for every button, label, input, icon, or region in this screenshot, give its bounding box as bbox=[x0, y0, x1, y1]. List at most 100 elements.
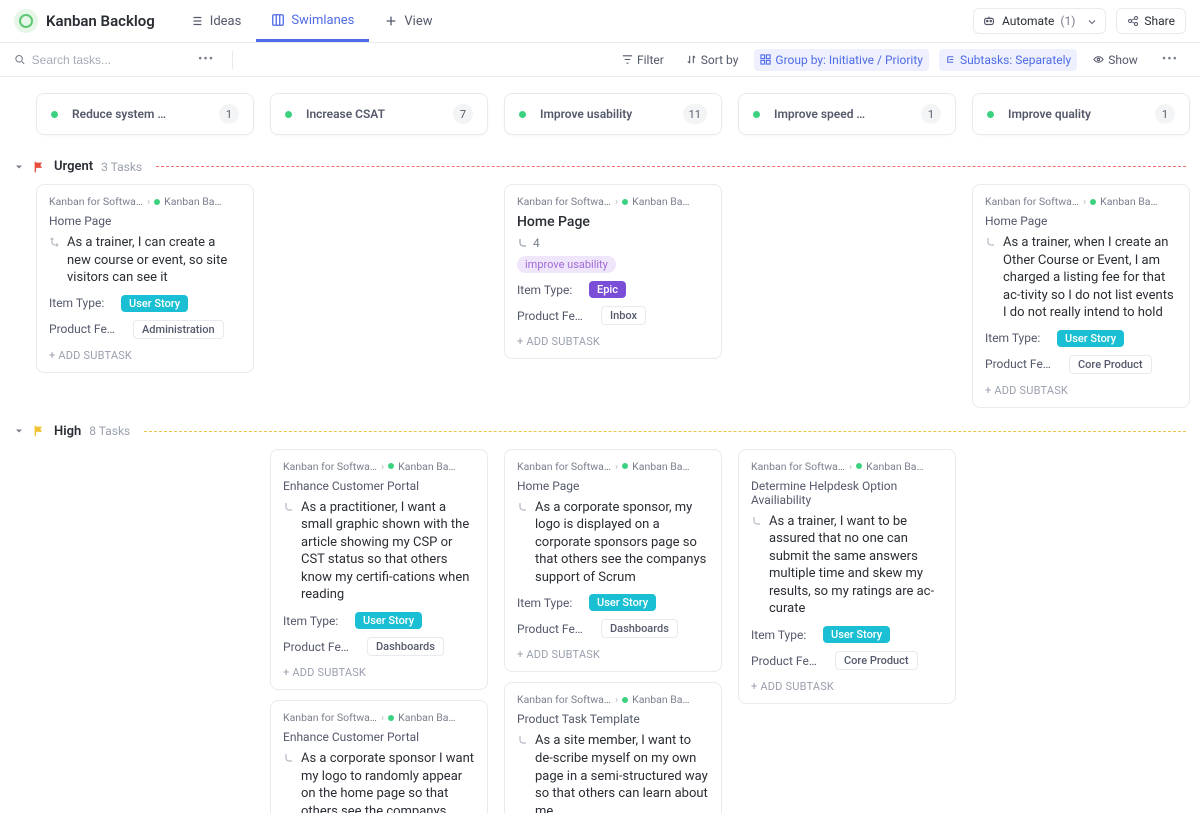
field-label: Item Type: bbox=[517, 283, 577, 297]
task-card[interactable]: Kanban for Software Devel…›Kanban Ba… Ho… bbox=[972, 184, 1190, 408]
breadcrumb: Kanban for Software Devel…›Kanban Ba… bbox=[283, 711, 475, 724]
branch-icon bbox=[283, 752, 295, 764]
task-card[interactable]: Kanban for Software Devel…›Kanban Ba… Ho… bbox=[504, 184, 722, 359]
branch-icon bbox=[985, 236, 997, 248]
task-card[interactable]: Kanban for Software Devel…›Kanban Ba… Ho… bbox=[36, 184, 254, 373]
chevron-down-icon bbox=[1087, 14, 1097, 28]
breadcrumb: Kanban for Software Devel…›Kanban Ba… bbox=[517, 693, 709, 706]
column-header[interactable]: Improve speed … 1 bbox=[738, 93, 956, 135]
tag-chip: improve usability bbox=[517, 256, 616, 273]
breadcrumb: Kanban for Software Devel…›Kanban Ba… bbox=[517, 195, 709, 208]
column-header[interactable]: Improve usability 11 bbox=[504, 93, 722, 135]
tab-add-view[interactable]: View bbox=[369, 0, 447, 42]
group-button[interactable]: Group by: Initiative / Priority bbox=[754, 49, 929, 71]
task-card[interactable]: Kanban for Software Devel…›Kanban Ba… En… bbox=[270, 449, 488, 690]
field-label: Product Fe… bbox=[985, 357, 1057, 371]
column-header[interactable]: Improve quality 1 bbox=[972, 93, 1190, 135]
branch-icon bbox=[49, 236, 61, 248]
column-header[interactable]: Increase CSAT 7 bbox=[270, 93, 488, 135]
add-subtask-button[interactable]: + ADD SUBTASK bbox=[985, 384, 1177, 397]
task-card[interactable]: Kanban for Software Devel…›Kanban Ba… En… bbox=[270, 700, 488, 813]
field-label: Item Type: bbox=[985, 331, 1045, 345]
show-button[interactable]: Show bbox=[1087, 49, 1144, 71]
field-label: Product Fe… bbox=[517, 309, 589, 323]
board-icon bbox=[271, 13, 285, 27]
field-label: Product Fe… bbox=[751, 654, 823, 668]
status-dot bbox=[753, 111, 760, 118]
card-parent: Enhance Customer Portal bbox=[283, 479, 475, 493]
toolbar-more-icon[interactable]: ••• bbox=[1154, 52, 1186, 67]
tab-ideas[interactable]: Ideas bbox=[175, 0, 257, 42]
breadcrumb: Kanban for Software Devel…›Kanban Ba… bbox=[49, 195, 241, 208]
show-label: Show bbox=[1108, 53, 1138, 67]
tab-swimlanes[interactable]: Swimlanes bbox=[256, 0, 369, 42]
robot-icon bbox=[982, 14, 996, 28]
share-label: Share bbox=[1144, 14, 1175, 28]
column-count: 1 bbox=[1155, 104, 1175, 124]
page-title: Kanban Backlog bbox=[46, 12, 155, 30]
item-type-badge: User Story bbox=[121, 295, 188, 312]
sort-label: Sort by bbox=[701, 53, 739, 67]
group-icon bbox=[760, 54, 771, 65]
add-subtask-button[interactable]: + ADD SUBTASK bbox=[283, 666, 475, 679]
card-parent: Home Page bbox=[985, 214, 1177, 228]
card-parent: Product Task Template bbox=[517, 712, 709, 726]
sort-button[interactable]: Sort by bbox=[680, 49, 745, 71]
card-description: As a trainer, when I create an Other Cou… bbox=[1003, 234, 1177, 322]
chevron-down-icon bbox=[14, 426, 24, 436]
column-count: 11 bbox=[683, 104, 707, 124]
swimlane-header-high[interactable]: High 8 Tasks bbox=[14, 420, 1186, 443]
card-description: As a trainer, I can create a new course … bbox=[67, 234, 241, 287]
subtask-count: 4 bbox=[517, 236, 709, 250]
breadcrumb: Kanban for Software Devel…›Kanban Ba… bbox=[751, 460, 943, 473]
filter-button[interactable]: Filter bbox=[616, 49, 670, 71]
search-box[interactable] bbox=[14, 53, 184, 67]
item-type-badge: User Story bbox=[355, 612, 422, 629]
column-count: 1 bbox=[921, 104, 941, 124]
column-header[interactable]: Reduce system … 1 bbox=[36, 93, 254, 135]
automate-count: (1) bbox=[1060, 14, 1075, 28]
item-type-badge: User Story bbox=[823, 626, 890, 643]
divider bbox=[156, 166, 1186, 167]
subtasks-button[interactable]: Subtasks: Separately bbox=[939, 49, 1077, 71]
feature-badge: Administration bbox=[133, 320, 224, 339]
swimlane-title: High bbox=[54, 424, 81, 439]
field-label: Product Fe… bbox=[49, 322, 121, 336]
list-icon bbox=[190, 14, 204, 28]
field-label: Item Type: bbox=[283, 614, 343, 628]
field-label: Item Type: bbox=[517, 596, 577, 610]
column-count: 7 bbox=[453, 104, 473, 124]
task-card[interactable]: Kanban for Software Devel…›Kanban Ba… De… bbox=[738, 449, 956, 704]
add-subtask-button[interactable]: + ADD SUBTASK bbox=[517, 648, 709, 661]
feature-badge: Core Product bbox=[835, 651, 918, 670]
divider bbox=[144, 431, 1186, 432]
swimlane-title: Urgent bbox=[54, 159, 93, 174]
search-input[interactable] bbox=[32, 53, 184, 67]
share-button[interactable]: Share bbox=[1116, 8, 1186, 34]
feature-badge: Dashboards bbox=[601, 619, 678, 638]
branch-icon bbox=[283, 501, 295, 513]
logo[interactable] bbox=[14, 9, 38, 33]
plus-icon bbox=[384, 14, 398, 28]
divider bbox=[232, 51, 233, 69]
swimlane-header-urgent[interactable]: Urgent 3 Tasks bbox=[14, 155, 1186, 178]
breadcrumb: Kanban for Software Devel…›Kanban Ba… bbox=[283, 460, 475, 473]
status-dot bbox=[285, 111, 292, 118]
card-parent: Home Page bbox=[49, 214, 241, 228]
column-count: 1 bbox=[219, 104, 239, 124]
automate-button[interactable]: Automate (1) bbox=[973, 8, 1106, 34]
column-title: Improve speed … bbox=[774, 107, 911, 121]
add-subtask-button[interactable]: + ADD SUBTASK bbox=[49, 349, 241, 362]
card-description: As a corporate sponsor I want my logo to… bbox=[301, 750, 475, 813]
feature-badge: Inbox bbox=[601, 306, 646, 325]
task-card[interactable]: Kanban for Software Devel…›Kanban Ba… Ho… bbox=[504, 449, 722, 673]
swimlane-count: 3 Tasks bbox=[101, 160, 142, 174]
tab-label: Swimlanes bbox=[291, 13, 354, 28]
add-subtask-button[interactable]: + ADD SUBTASK bbox=[517, 335, 709, 348]
more-icon[interactable]: ••• bbox=[190, 52, 222, 67]
card-parent: Home Page bbox=[517, 479, 709, 493]
task-card[interactable]: Kanban for Software Devel…›Kanban Ba… Pr… bbox=[504, 682, 722, 813]
add-subtask-button[interactable]: + ADD SUBTASK bbox=[751, 680, 943, 693]
flag-icon bbox=[32, 160, 46, 174]
share-icon bbox=[1127, 15, 1139, 27]
